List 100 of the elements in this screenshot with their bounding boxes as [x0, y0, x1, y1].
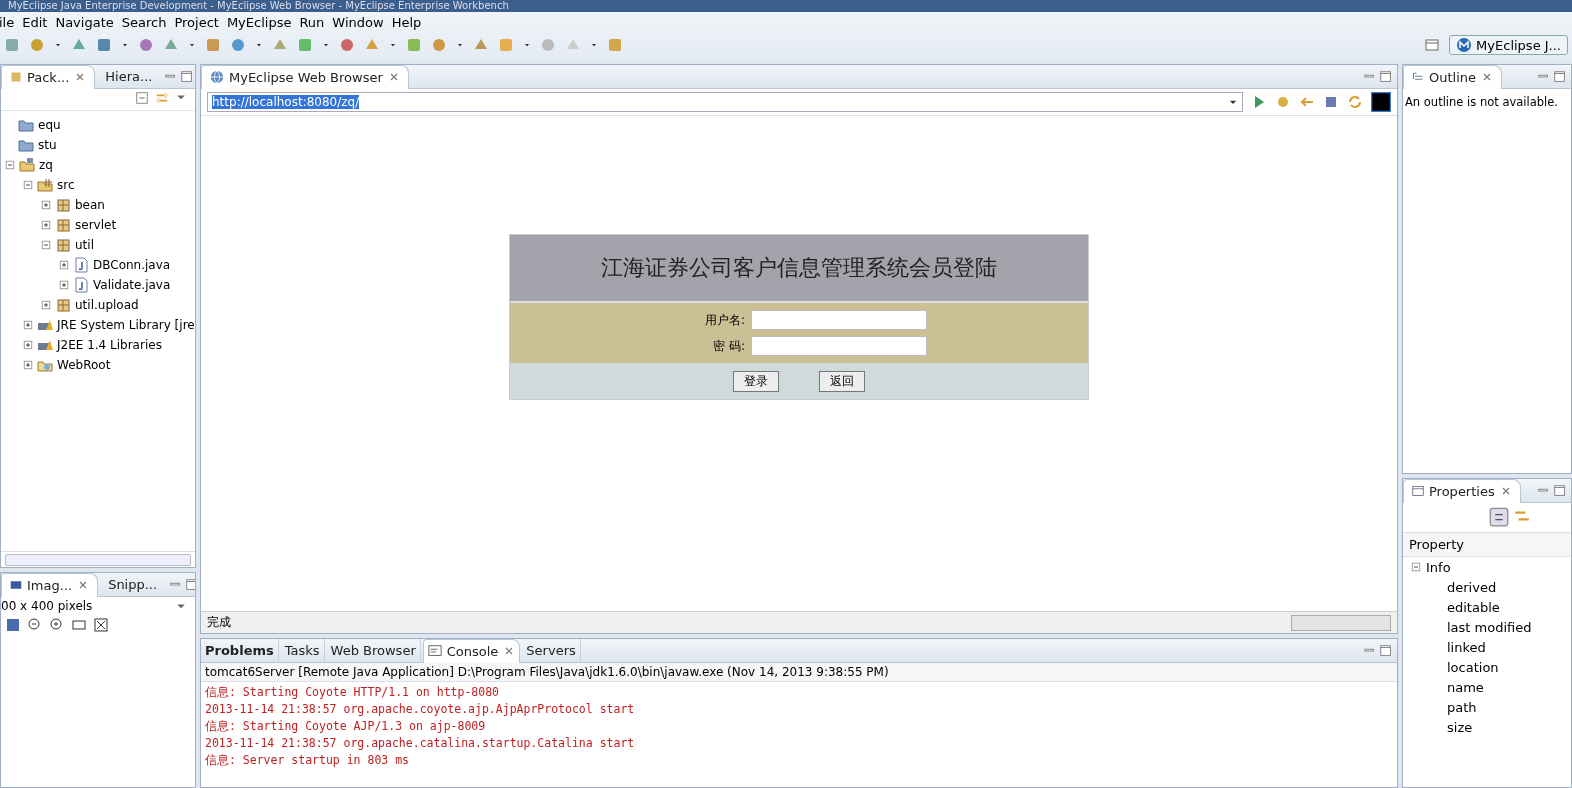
- property-name: path: [1446, 698, 1478, 717]
- tree-item[interactable]: DBConn.java: [93, 258, 171, 272]
- field-label: 用户名:: [703, 311, 745, 329]
- expand-toggle-icon[interactable]: [23, 360, 33, 370]
- tree-item[interactable]: bean: [75, 198, 105, 212]
- form-button[interactable]: 返回: [819, 370, 865, 392]
- tree-item[interactable]: util.upload: [75, 298, 139, 312]
- toolbar-square-icon: [297, 37, 313, 53]
- maximize-icon: [1379, 69, 1393, 84]
- package-view-icon: [10, 71, 22, 83]
- file-icon: [73, 277, 89, 293]
- console-line: 信息: Starting Coyote HTTP/1.1 on http-8080: [205, 684, 501, 701]
- zoom-in-icon: [49, 617, 65, 633]
- horizontal-scrollbar[interactable]: [5, 553, 191, 566]
- expand-toggle-icon[interactable]: [41, 220, 51, 230]
- expand-toggle-icon[interactable]: [23, 320, 33, 330]
- tree-item[interactable]: equ: [38, 118, 61, 132]
- toolbar-square-icon: [498, 37, 514, 53]
- view-tab[interactable]: Web Browser: [326, 639, 421, 663]
- package-icon: [55, 237, 71, 253]
- file-icon: [73, 257, 89, 273]
- menu-item[interactable]: Help: [391, 14, 430, 30]
- fit-width-icon: [71, 617, 87, 633]
- view-tab[interactable]: Snipp...: [100, 573, 166, 597]
- perspective-button[interactable]: MyEclipse J...: [1449, 35, 1568, 55]
- view-tab[interactable]: Console: [422, 639, 521, 663]
- view-tab[interactable]: Problems: [201, 639, 279, 663]
- expand-toggle-icon[interactable]: [41, 200, 51, 210]
- maximize-icon: [1553, 483, 1567, 498]
- view-tab[interactable]: Pack...: [1, 65, 96, 89]
- column-header: Property: [1403, 533, 1571, 557]
- tree-item[interactable]: zq: [39, 158, 53, 172]
- categories-icon: [1489, 507, 1509, 527]
- maximize-icon: [1553, 69, 1567, 84]
- toolbar-round-icon: [29, 37, 45, 53]
- menu-item[interactable]: Window: [332, 14, 392, 30]
- menu-item[interactable]: Project: [174, 14, 227, 30]
- properties-icon: [1412, 485, 1424, 497]
- expand-toggle-icon[interactable]: [23, 340, 33, 350]
- collapse-toggle-icon[interactable]: [41, 240, 51, 250]
- picture-icon: [5, 617, 21, 633]
- fit-window-icon: [93, 617, 109, 633]
- collapse-toggle-icon[interactable]: [23, 180, 33, 190]
- tree-item[interactable]: WebRoot: [57, 358, 111, 372]
- view-tab[interactable]: Servers: [522, 639, 581, 663]
- menu-item[interactable]: Search: [121, 14, 175, 30]
- login-title: 江海证券公司客户信息管理系统会员登陆: [510, 235, 1088, 303]
- project-folder-icon: [19, 157, 35, 173]
- view-tab[interactable]: Imag...: [1, 573, 99, 597]
- input-field[interactable]: [751, 310, 927, 330]
- tree-item[interactable]: src: [57, 178, 75, 192]
- property-name: location: [1446, 658, 1500, 677]
- view-tab[interactable]: Tasks: [280, 639, 325, 663]
- expand-toggle-icon[interactable]: [41, 300, 51, 310]
- source-folder-icon: [37, 177, 53, 193]
- package-icon: [55, 217, 71, 233]
- view-tab[interactable]: MyEclipse Web Browser: [201, 65, 409, 89]
- collapse-all-icon: [135, 91, 149, 105]
- console-line: 2013-11-14 21:38:57 org.apache.coyote.ajp.AjpAprProtocol start: [205, 701, 636, 718]
- expand-toggle-icon[interactable]: [59, 280, 69, 290]
- dropdown-arrow-icon: [456, 41, 464, 49]
- stop-icon: [1323, 94, 1339, 110]
- dropdown-arrow-icon: [188, 41, 196, 49]
- menu-item[interactable]: Navigate: [55, 14, 122, 30]
- tree-item[interactable]: servlet: [75, 218, 117, 232]
- outline-icon: [1412, 71, 1424, 83]
- square-indicator-icon: [1371, 92, 1391, 112]
- menu-item[interactable]: MyEclipse: [226, 14, 300, 30]
- view-tab[interactable]: Hiera...: [97, 65, 161, 89]
- package-icon: [55, 197, 71, 213]
- input-field[interactable]: [751, 336, 927, 356]
- form-button[interactable]: 登录: [733, 370, 779, 392]
- menu-item[interactable]: Edit: [22, 14, 56, 30]
- menu-item[interactable]: Run: [299, 14, 333, 30]
- property-name: name: [1446, 678, 1485, 697]
- collapse-toggle-icon[interactable]: [1411, 562, 1421, 572]
- package-icon: [55, 297, 71, 313]
- toolbar-round-icon: [431, 37, 447, 53]
- toolbar-square-icon: [96, 37, 112, 53]
- url-field[interactable]: http://localhost:8080/zq/: [207, 92, 1243, 112]
- tree-item[interactable]: J2EE 1.4 Libraries: [57, 338, 162, 352]
- tree-item[interactable]: JRE System Library [jre: [57, 318, 195, 332]
- dropdown-arrow-icon: [255, 41, 263, 49]
- property-group[interactable]: Info: [1426, 559, 1451, 575]
- collapse-toggle-icon[interactable]: [5, 160, 15, 170]
- image-size-label: 00 x 400 pixels: [1, 599, 93, 613]
- refresh-icon: [1347, 94, 1363, 110]
- tree-item[interactable]: util: [75, 238, 94, 252]
- view-tab[interactable]: Properties: [1403, 479, 1521, 503]
- property-name: editable: [1446, 598, 1501, 617]
- console-line: 信息: Server startup in 803 ms: [205, 752, 410, 769]
- console-line: 2013-11-14 21:38:57 org.apache.catalina.startup.Catalina start: [205, 735, 636, 752]
- menu-item[interactable]: ile: [0, 14, 23, 30]
- property-name: derived: [1446, 578, 1498, 597]
- tree-item[interactable]: stu: [38, 138, 57, 152]
- outline-message: An outline is not available.: [1404, 94, 1559, 111]
- expand-toggle-icon[interactable]: [59, 260, 69, 270]
- field-label: 密 码:: [712, 337, 745, 355]
- view-tab[interactable]: Outline: [1403, 65, 1503, 89]
- tree-item[interactable]: Validate.java: [93, 278, 171, 292]
